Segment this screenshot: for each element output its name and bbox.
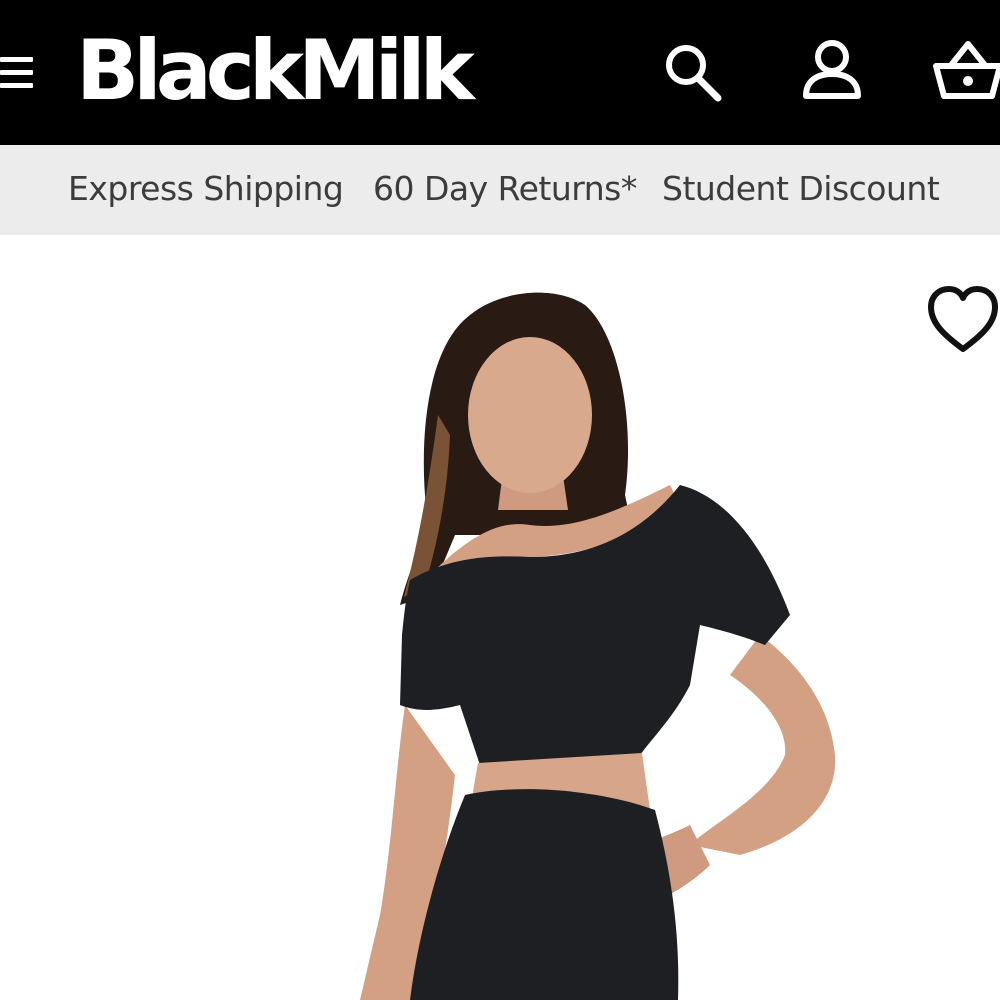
usp-student-discount[interactable]: Student Discount: [662, 169, 940, 209]
brand-logo[interactable]: BlackMilk: [76, 26, 475, 116]
search-icon: [666, 45, 722, 102]
usp-returns[interactable]: 60 Day Returns*: [373, 169, 637, 209]
product-gallery: [0, 235, 1000, 1000]
menu-icon[interactable]: [0, 48, 40, 98]
basket-button[interactable]: [930, 38, 1000, 104]
usp-bar: Express Shipping 60 Day Returns* Student…: [0, 145, 1000, 235]
basket-icon: [933, 41, 1000, 99]
wishlist-button[interactable]: [926, 283, 1000, 355]
heart-icon: [928, 286, 998, 352]
usp-express-shipping[interactable]: Express Shipping: [68, 169, 344, 209]
site-header: BlackMilk: [0, 0, 1000, 145]
search-button[interactable]: [660, 38, 726, 104]
account-button[interactable]: [798, 38, 866, 104]
product-image[interactable]: [0, 235, 1000, 1000]
account-icon: [803, 40, 861, 99]
